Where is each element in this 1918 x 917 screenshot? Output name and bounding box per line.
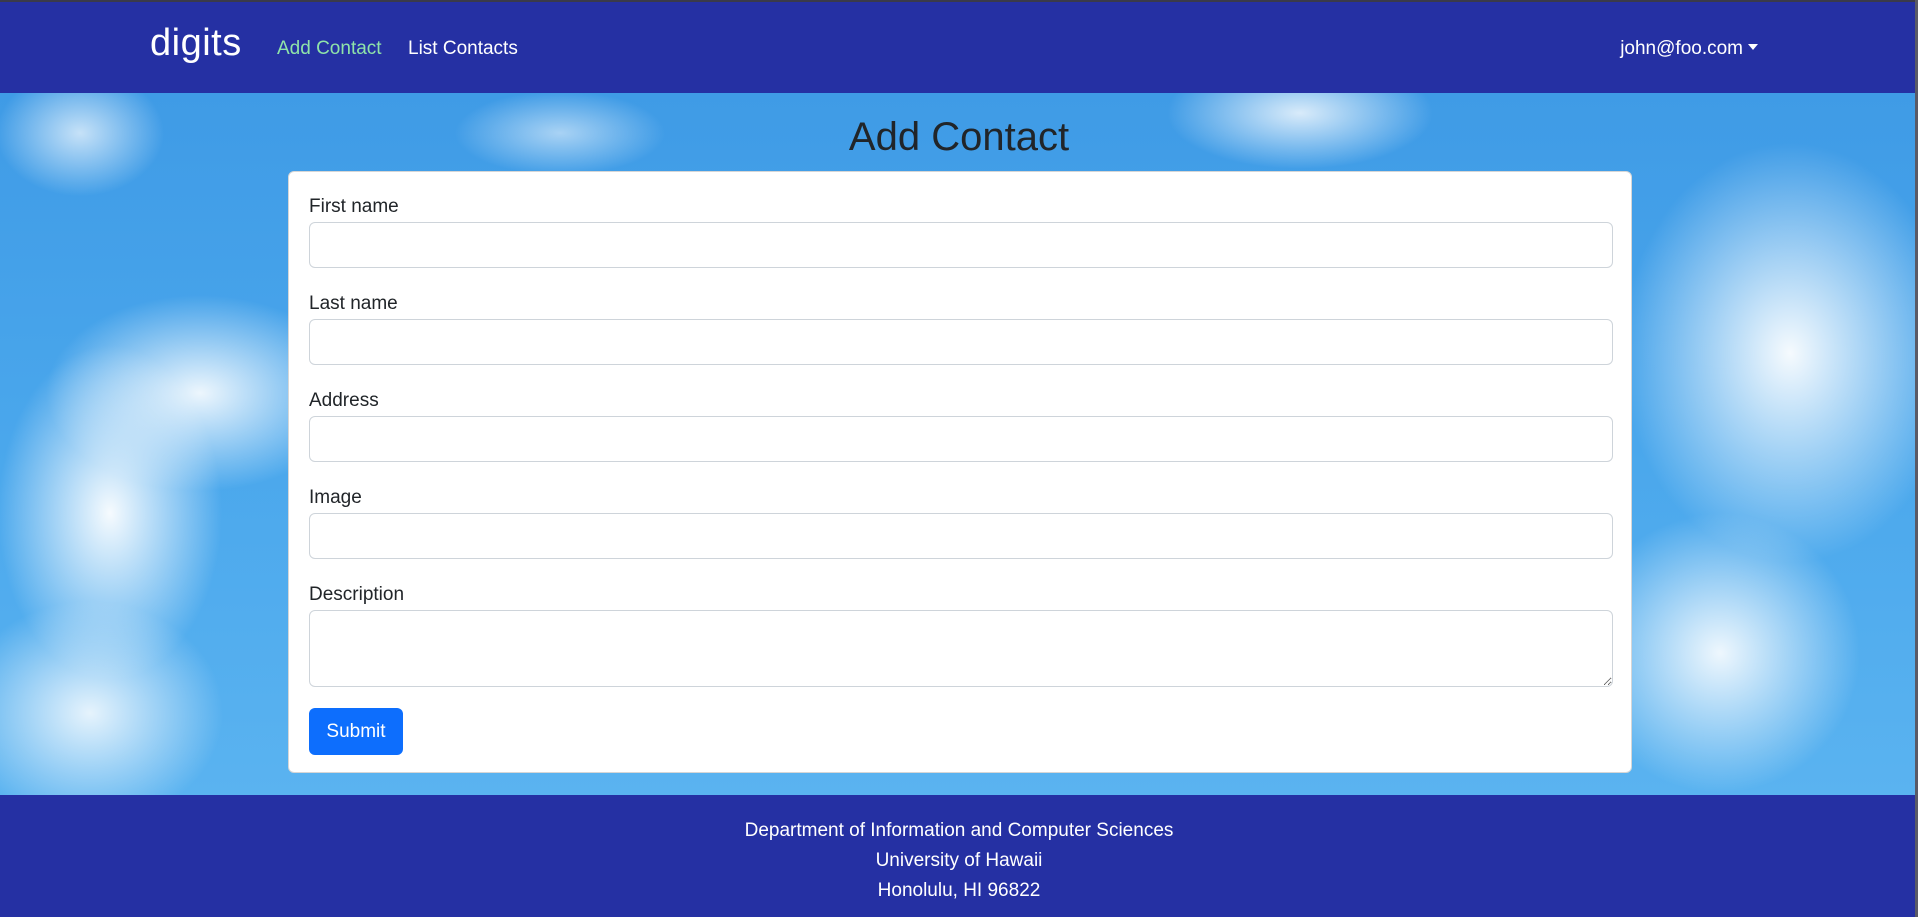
address-label: Address xyxy=(309,390,379,411)
footer-university: University of Hawaii xyxy=(875,850,1043,871)
image-input[interactable] xyxy=(309,513,1613,559)
submit-button[interactable]: Submit xyxy=(309,708,403,755)
nav-add-contact[interactable]: Add Contact xyxy=(277,38,382,60)
last-name-label: Last name xyxy=(309,293,398,314)
footer-department: Department of Information and Computer S… xyxy=(744,820,1174,841)
caret-down-icon xyxy=(1748,44,1758,50)
user-email: john@foo.com xyxy=(1620,38,1743,59)
description-label: Description xyxy=(309,584,405,605)
footer-address: Honolulu, HI 96822 xyxy=(877,880,1041,901)
last-name-input[interactable] xyxy=(309,319,1613,365)
nav-list-contacts[interactable]: List Contacts xyxy=(408,38,518,60)
page-title: Add Contact xyxy=(848,115,1070,159)
image-label: Image xyxy=(309,487,362,508)
brand-logo[interactable]: digits xyxy=(150,22,242,65)
footer: Department of Information and Computer S… xyxy=(0,795,1918,917)
first-name-input[interactable] xyxy=(309,222,1613,268)
navbar: digits Add Contact List Contacts john@fo… xyxy=(0,2,1918,93)
add-contact-form: First name Last name Address Image Descr… xyxy=(288,171,1632,773)
user-dropdown[interactable]: john@foo.com xyxy=(1620,38,1758,60)
description-textarea[interactable] xyxy=(309,610,1613,687)
first-name-label: First name xyxy=(309,196,399,217)
address-input[interactable] xyxy=(309,416,1613,462)
